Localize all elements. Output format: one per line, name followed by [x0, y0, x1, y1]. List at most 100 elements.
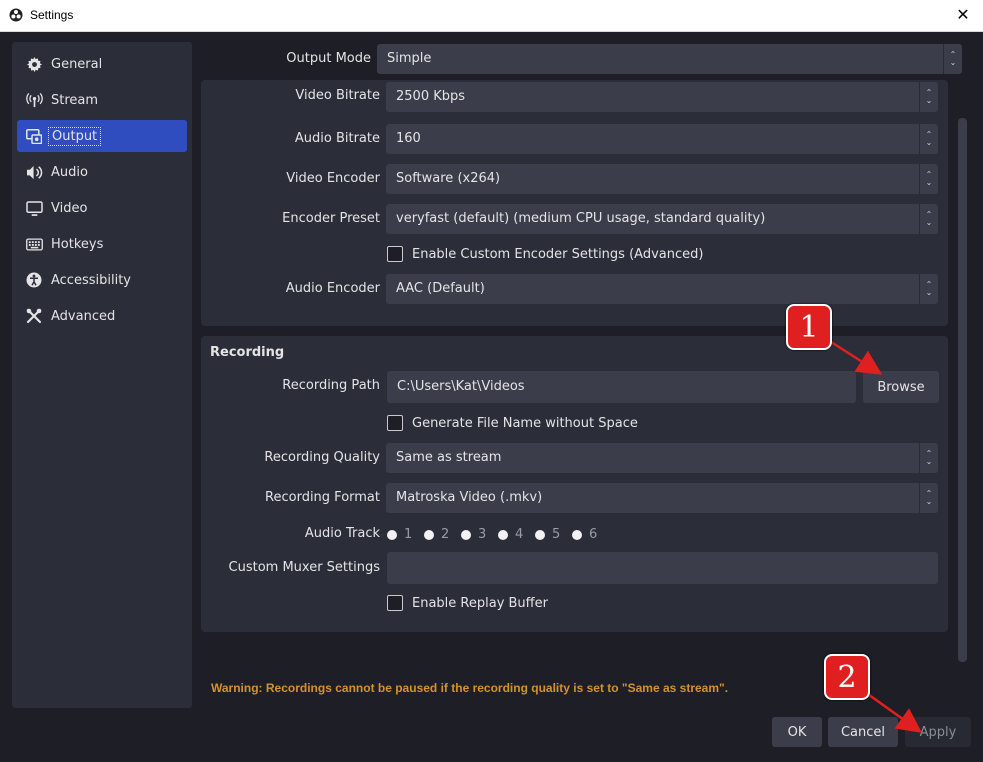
- output-mode-value: Simple: [387, 51, 432, 66]
- obs-logo-icon: [9, 8, 23, 22]
- gen-filename-label: Generate File Name without Space: [412, 415, 638, 431]
- output-mode-label: Output Mode: [286, 51, 371, 66]
- vertical-scrollbar[interactable]: [958, 118, 967, 662]
- recording-path-label: Recording Path: [282, 378, 380, 393]
- chevron-updown-icon: ⌃ ⌄: [919, 124, 938, 154]
- replay-buffer-checkbox[interactable]: Enable Replay Buffer: [387, 595, 548, 611]
- track-label: 4: [515, 527, 524, 542]
- audio-track-label: Audio Track: [304, 526, 380, 541]
- sidebar-item-audio[interactable]: Audio: [17, 156, 187, 188]
- chevron-updown-icon: ⌃ ⌄: [919, 443, 938, 473]
- chevron-updown-icon: ⌃ ⌄: [919, 204, 938, 234]
- close-icon[interactable]: ✕: [953, 5, 973, 24]
- spin-arrows-icon[interactable]: ⌃ ⌄: [919, 82, 938, 112]
- checkbox-box[interactable]: [387, 595, 403, 611]
- track-label: 5: [552, 527, 561, 542]
- custom-encoder-checkbox[interactable]: Enable Custom Encoder Settings (Advanced…: [387, 246, 703, 262]
- track-label: 1: [404, 527, 413, 542]
- accessibility-icon: [25, 271, 43, 289]
- window-title: Settings: [30, 8, 74, 22]
- sidebar-item-general[interactable]: General: [17, 48, 187, 80]
- audio-bitrate-label: Audio Bitrate: [294, 131, 380, 146]
- monitor-icon: [25, 199, 43, 217]
- checkbox-box[interactable]: [387, 415, 403, 431]
- chevron-updown-icon: ⌃ ⌄: [919, 274, 938, 304]
- audio-track-5[interactable]: 5: [535, 527, 560, 542]
- window-titlebar: Settings ✕: [0, 0, 983, 32]
- cancel-button[interactable]: Cancel: [828, 717, 898, 747]
- recording-path-input[interactable]: C:\Users\Kat\Videos: [387, 371, 856, 403]
- radio-dot[interactable]: [535, 529, 545, 540]
- chevron-updown-icon: ⌃ ⌄: [919, 164, 938, 194]
- video-encoder-select[interactable]: Software (x264) ⌃ ⌄: [386, 164, 938, 194]
- recording-quality-select[interactable]: Same as stream ⌃ ⌄: [386, 443, 938, 473]
- audio-encoder-select[interactable]: AAC (Default) ⌃ ⌄: [386, 274, 938, 304]
- encoder-preset-value: veryfast (default) (medium CPU usage, st…: [396, 211, 766, 226]
- sidebar-item-accessibility[interactable]: Accessibility: [17, 264, 187, 296]
- muxer-input[interactable]: [387, 552, 938, 584]
- sidebar-item-advanced[interactable]: Advanced: [17, 300, 187, 332]
- audio-track-2[interactable]: 2: [424, 527, 449, 542]
- encoder-preset-select[interactable]: veryfast (default) (medium CPU usage, st…: [386, 204, 938, 234]
- radio-dot[interactable]: [461, 529, 471, 540]
- audio-encoder-value: AAC (Default): [396, 281, 485, 296]
- track-label: 3: [478, 527, 487, 542]
- settings-sidebar: General Stream Output Audio Video Hotkey…: [12, 42, 192, 708]
- recording-format-value: Matroska Video (.mkv): [396, 490, 543, 505]
- track-label: 6: [589, 527, 598, 542]
- chevron-updown-icon: ⌃ ⌄: [943, 44, 962, 74]
- recording-format-label: Recording Format: [265, 490, 380, 505]
- warning-text: Warning: Recordings cannot be paused if …: [211, 681, 729, 695]
- audio-bitrate-select[interactable]: 160 ⌃ ⌄: [386, 124, 938, 154]
- sidebar-item-output[interactable]: Output: [17, 120, 187, 152]
- recording-quality-value: Same as stream: [396, 450, 502, 465]
- video-encoder-value: Software (x264): [396, 171, 501, 186]
- speaker-icon: [25, 163, 43, 181]
- apply-button[interactable]: Apply: [905, 717, 971, 747]
- annotation-badge-1: 1: [786, 304, 832, 350]
- gear-icon: [25, 55, 43, 73]
- audio-bitrate-value: 160: [396, 131, 421, 146]
- chevron-updown-icon: ⌃ ⌄: [919, 483, 938, 513]
- video-encoder-label: Video Encoder: [286, 171, 380, 186]
- track-label: 2: [441, 527, 450, 542]
- recording-quality-label: Recording Quality: [264, 450, 380, 465]
- recording-format-select[interactable]: Matroska Video (.mkv) ⌃ ⌄: [386, 483, 938, 513]
- sidebar-item-label: Audio: [51, 164, 88, 180]
- audio-track-3[interactable]: 3: [461, 527, 486, 542]
- sidebar-item-stream[interactable]: Stream: [17, 84, 187, 116]
- output-mode-select[interactable]: Simple ⌃ ⌄: [377, 44, 962, 74]
- sidebar-item-video[interactable]: Video: [17, 192, 187, 224]
- video-bitrate-value: 2500 Kbps: [396, 89, 466, 104]
- radio-dot[interactable]: [387, 529, 397, 540]
- tools-icon: [25, 307, 43, 325]
- video-bitrate-spinbox[interactable]: 2500 Kbps ⌃ ⌄: [386, 82, 938, 112]
- annotation-badge-2: 2: [824, 654, 870, 700]
- output-icon: [25, 127, 43, 145]
- sidebar-item-label: Advanced: [51, 308, 116, 324]
- replay-buffer-label: Enable Replay Buffer: [412, 595, 548, 611]
- radio-dot[interactable]: [498, 529, 508, 540]
- radio-dot[interactable]: [572, 529, 582, 540]
- sidebar-item-label: Video: [51, 200, 88, 216]
- gen-filename-checkbox[interactable]: Generate File Name without Space: [387, 415, 638, 431]
- browse-button[interactable]: Browse: [863, 371, 939, 403]
- checkbox-box[interactable]: [387, 246, 403, 262]
- audio-encoder-label: Audio Encoder: [285, 281, 380, 296]
- audio-track-6[interactable]: 6: [572, 527, 597, 542]
- sidebar-item-label: Output: [48, 126, 102, 146]
- radio-dot[interactable]: [424, 529, 434, 540]
- sidebar-item-label: Hotkeys: [51, 236, 104, 252]
- sidebar-item-label: Accessibility: [51, 272, 131, 288]
- recording-header: Recording: [210, 345, 285, 360]
- ok-button[interactable]: OK: [772, 717, 822, 747]
- sidebar-item-hotkeys[interactable]: Hotkeys: [17, 228, 187, 260]
- keyboard-icon: [25, 235, 43, 253]
- antenna-icon: [25, 91, 43, 109]
- sidebar-item-label: Stream: [51, 92, 99, 108]
- recording-path-value: C:\Users\Kat\Videos: [397, 379, 525, 394]
- audio-track-1[interactable]: 1: [387, 527, 412, 542]
- audio-track-4[interactable]: 4: [498, 527, 523, 542]
- muxer-label: Custom Muxer Settings: [228, 560, 380, 575]
- video-bitrate-label: Video Bitrate: [295, 88, 380, 103]
